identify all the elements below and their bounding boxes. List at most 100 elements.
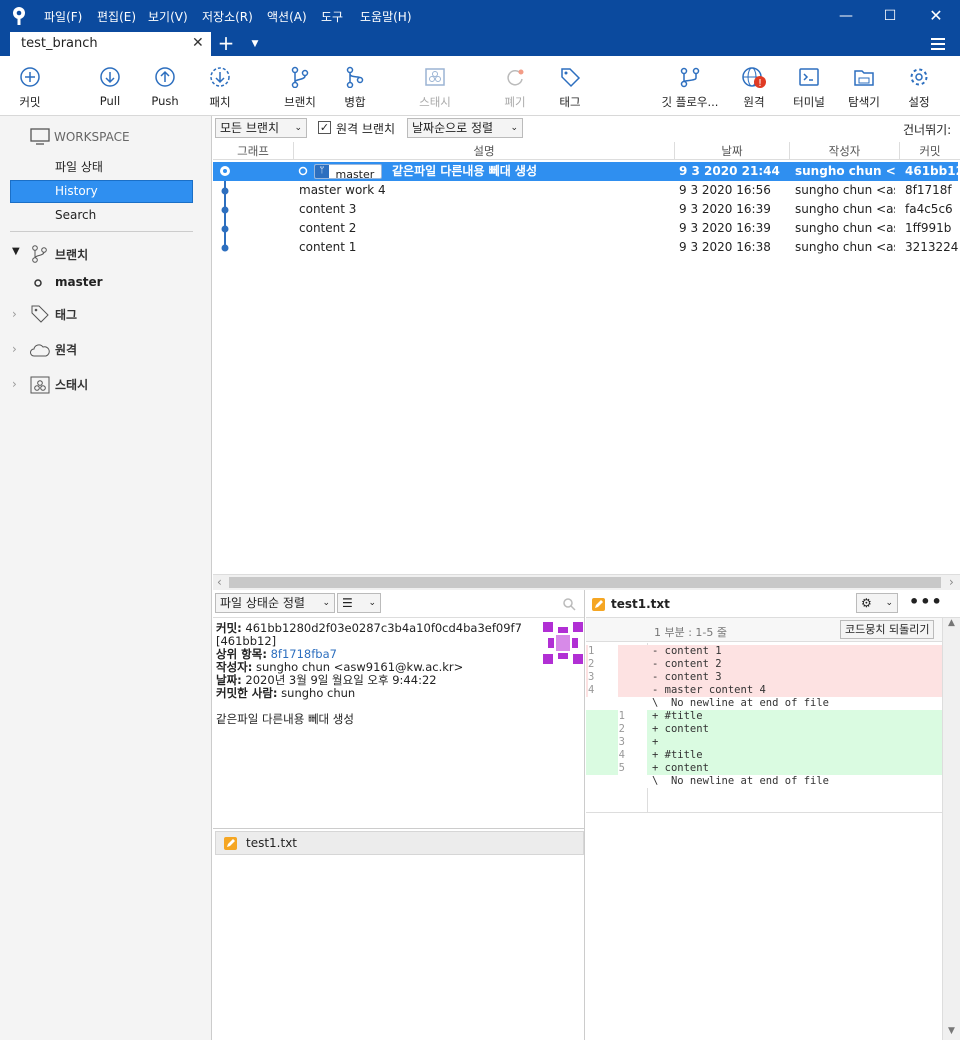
col-commit[interactable]: 커밋	[899, 142, 960, 160]
close-tab-icon[interactable]: ✕	[192, 35, 204, 51]
table-row[interactable]: ᛘ master 같은파일 다른내용 뻬대 생성 9 3 2020 21:44 …	[213, 162, 958, 181]
chevron-right-icon[interactable]: ›	[12, 377, 17, 391]
diff-file-name: test1.txt	[611, 597, 670, 611]
chevron-down-icon: ⌄	[510, 123, 518, 133]
explorer-button[interactable]: 탐색기	[834, 66, 894, 110]
remote-branches-checkbox[interactable]: ✓	[318, 121, 331, 134]
menu-actions[interactable]: 액션(A)	[267, 8, 307, 25]
col-description[interactable]: 설명	[293, 142, 674, 160]
gitflow-icon	[680, 67, 700, 88]
gear-icon: ⚙	[861, 596, 872, 610]
vertical-scrollbar[interactable]: ▲ ▼	[942, 618, 960, 1040]
parent-link[interactable]: 8f1718fba7	[271, 647, 337, 661]
push-button[interactable]: Push	[135, 66, 195, 108]
branch-icon	[32, 245, 47, 263]
tag-button[interactable]: 태그	[540, 66, 600, 110]
sourcetree-logo-icon	[13, 7, 25, 25]
table-row[interactable]: master work 4 9 3 2020 16:56 sungho chun…	[213, 181, 958, 200]
title-bar: 파일(F) 편집(E) 보기(V) 저장소(R) 액션(A) 도구 도움말(H)…	[0, 0, 960, 32]
minimize-button[interactable]: —	[836, 6, 856, 26]
col-graph[interactable]: 그래프	[213, 142, 293, 160]
search-icon[interactable]	[562, 597, 576, 611]
chevron-right-icon[interactable]: ›	[12, 342, 17, 356]
commit-message: 같은파일 다른내용 뻬대 생성	[216, 712, 354, 726]
globe-icon: !	[742, 67, 766, 88]
diff-line: 3 +	[586, 736, 942, 749]
menu-tools[interactable]: 도구	[321, 8, 343, 25]
gitflow-button[interactable]: 깃 플로우...	[655, 66, 725, 110]
modified-file-icon	[224, 837, 237, 850]
sidebar-item-file-status[interactable]: 파일 상태	[55, 158, 103, 175]
sidebar-item-history-label: History	[55, 184, 98, 198]
sidebar-branch-master[interactable]: master	[55, 275, 103, 289]
diff-panel: test1.txt ⚙ ⌄ ••• 1 부분 : 1-5 줄 코드뭉치 되돌리기 …	[586, 590, 960, 1040]
diff-line: \ No newline at end of file	[586, 697, 942, 710]
sidebar-section-stashes[interactable]: 스태시	[55, 376, 88, 393]
pull-button[interactable]: Pull	[80, 66, 140, 108]
col-author[interactable]: 작성자	[789, 142, 899, 160]
remote-button[interactable]: ! 원격	[724, 66, 784, 110]
hamburger-menu-icon[interactable]	[928, 35, 948, 53]
chevron-right-icon[interactable]: ›	[12, 307, 17, 321]
scroll-right-icon[interactable]: ›	[949, 575, 954, 589]
menu-view[interactable]: 보기(V)	[148, 8, 188, 25]
branch-icon	[291, 66, 309, 88]
commit-node-icon	[220, 166, 230, 176]
stash-button[interactable]: 스태시	[405, 66, 465, 110]
cloud-icon	[30, 344, 50, 357]
merge-icon	[346, 66, 364, 88]
sidebar-item-history[interactable]: History	[10, 180, 193, 203]
toolbar: 커밋 Pull Push 패치 브랜치 병합 스태시 폐기 태그 깃 플로우..…	[0, 56, 960, 116]
divider	[10, 231, 193, 232]
menu-repository[interactable]: 저장소(R)	[202, 8, 253, 25]
maximize-button[interactable]: ☐	[880, 6, 900, 26]
scroll-down-icon[interactable]: ▼	[948, 1026, 955, 1036]
diff-line: \ No newline at end of file	[586, 775, 942, 788]
old-line-number: 4	[588, 684, 618, 697]
terminal-button[interactable]: 터미널	[779, 66, 839, 110]
menu-help[interactable]: 도움말(H)	[360, 8, 412, 25]
diff-line-text: - content 3	[652, 671, 722, 683]
scroll-up-icon[interactable]: ▲	[948, 618, 955, 628]
sidebar-section-remotes[interactable]: 원격	[55, 341, 77, 358]
scroll-left-icon[interactable]: ‹	[217, 575, 222, 589]
menu-file[interactable]: 파일(F)	[44, 8, 82, 25]
sidebar-section-tags[interactable]: 태그	[55, 306, 77, 323]
file-sort-dropdown[interactable]: 파일 상태순 정렬 ⌄	[215, 593, 335, 613]
more-options-icon[interactable]: •••	[909, 592, 943, 611]
discard-button[interactable]: 폐기	[485, 66, 545, 110]
list-item[interactable]: test1.txt	[215, 831, 584, 855]
merge-button[interactable]: 병합	[325, 66, 385, 110]
view-mode-dropdown[interactable]: ☰ ⌄	[337, 593, 381, 613]
close-window-button[interactable]: ✕	[926, 6, 946, 26]
table-row[interactable]: content 1 9 3 2020 16:38 sungho chun <as…	[213, 238, 958, 257]
horizontal-scrollbar[interactable]: ‹ ›	[213, 574, 960, 590]
table-row[interactable]: content 3 9 3 2020 16:39 sungho chun <as…	[213, 200, 958, 219]
new-line-number: 1	[618, 710, 647, 723]
col-date[interactable]: 날짜	[674, 142, 789, 160]
divider	[213, 828, 584, 829]
chevron-down-icon[interactable]: ▼	[12, 246, 20, 257]
diff-line-text: + content	[652, 762, 709, 774]
sidebar-section-branches[interactable]: 브랜치	[55, 246, 88, 263]
new-tab-button[interactable]: +	[214, 32, 238, 56]
diff-line: 5 + content	[586, 762, 942, 775]
tab-list-dropdown-icon[interactable]: ▼	[248, 32, 262, 56]
sidebar-item-search[interactable]: Search	[55, 208, 96, 222]
old-line-number: 2	[588, 658, 618, 671]
revert-hunk-button[interactable]: 코드뭉치 되돌리기	[840, 620, 935, 639]
commit-button[interactable]: 커밋	[0, 66, 60, 110]
fetch-button[interactable]: 패치	[190, 66, 250, 110]
sidebar: WORKSPACE 파일 상태 History Search ▼ 브랜치 mas…	[0, 116, 212, 1040]
sort-dropdown[interactable]: 날짜순으로 정렬 ⌄	[407, 118, 523, 138]
diff-settings-dropdown[interactable]: ⚙ ⌄	[856, 593, 898, 613]
branch-button[interactable]: 브랜치	[270, 66, 330, 110]
head-indicator-icon	[298, 166, 308, 176]
settings-button[interactable]: 설정	[889, 66, 949, 110]
lower-panels: 파일 상태순 정렬 ⌄ ☰ ⌄ 커밋: 461bb1280d2f03e0287c3b…	[213, 590, 960, 1040]
table-row[interactable]: content 2 9 3 2020 16:39 sungho chun <as…	[213, 219, 958, 238]
branch-filter-dropdown[interactable]: 모든 브랜치 ⌄	[215, 118, 307, 138]
scrollbar-thumb[interactable]	[229, 577, 941, 588]
menu-edit[interactable]: 편집(E)	[97, 8, 136, 25]
tab-test-branch[interactable]: test_branch ✕	[10, 32, 211, 56]
